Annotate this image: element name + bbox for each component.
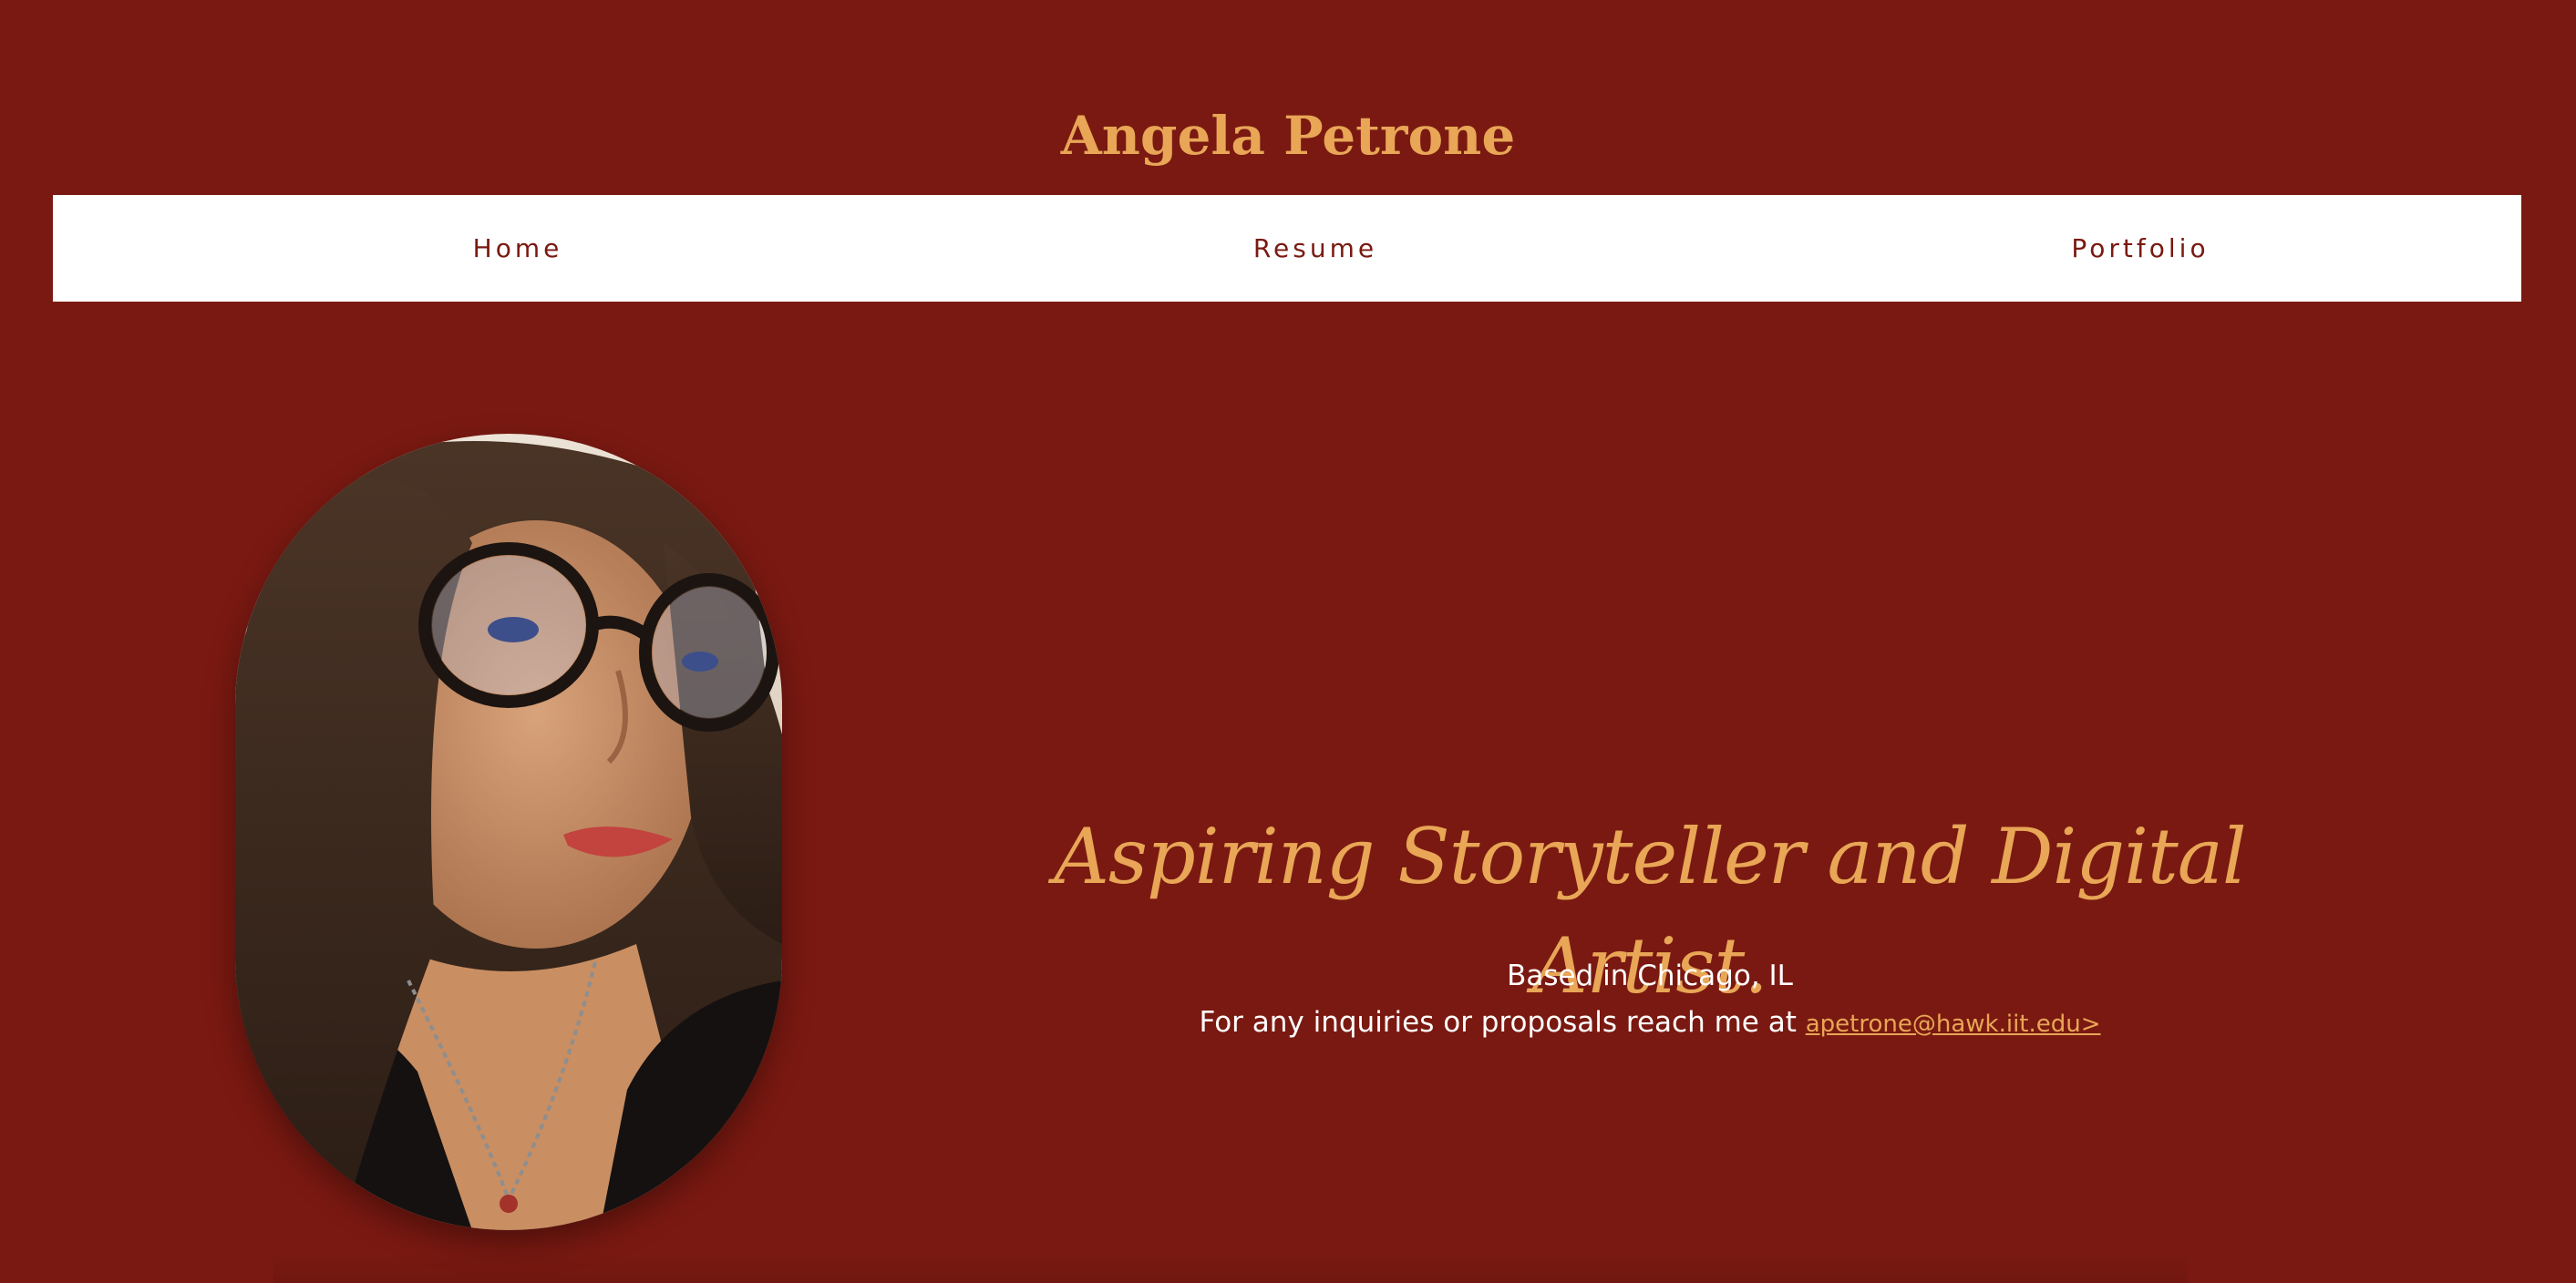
nav-item-home[interactable]: Home	[417, 195, 618, 302]
site-title: Angela Petrone	[1060, 105, 1516, 167]
portrait-image	[235, 434, 782, 1230]
nav-item-resume[interactable]: Resume	[1201, 195, 1429, 302]
portrait-photo	[235, 434, 782, 1230]
section-divider-shadow	[273, 1250, 2188, 1283]
location-text: Based in Chicago, IL	[1507, 960, 1793, 992]
email-link[interactable]: apetrone@hawk.iit.edu>	[1806, 1011, 2101, 1038]
nav-item-portfolio[interactable]: Portfolio	[2013, 195, 2268, 302]
main-navigation: Home Resume Portfolio	[53, 195, 2521, 302]
contact-prefix: For any inquiries or proposals reach me …	[1199, 1006, 1806, 1039]
contact-line: For any inquiries or proposals reach me …	[1003, 1000, 2297, 1047]
